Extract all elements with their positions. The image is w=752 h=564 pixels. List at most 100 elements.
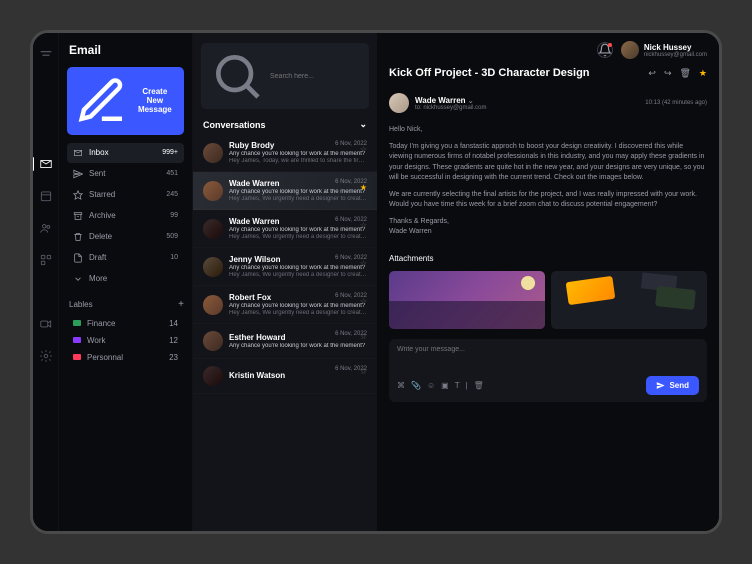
label-name: Work — [87, 336, 106, 345]
chevron-down-icon[interactable]: ⌄ — [359, 119, 367, 130]
search-icon — [209, 48, 265, 104]
conversation-list: 6 Nov, 2022Ruby BrodyAny chance you're l… — [193, 134, 377, 531]
label-count: 23 — [169, 353, 178, 362]
new-message-button[interactable]: Create New Message — [67, 67, 184, 135]
conversation-star-icon[interactable]: ☆ — [360, 259, 367, 268]
conversation-preview: Hey James, Today, we are thrilled to sha… — [229, 158, 367, 164]
conversations-panel: Conversations ⌄ 6 Nov, 2022Ruby BrodyAny… — [193, 33, 377, 531]
sidebar: Email Create New Message Inbox 999+ Sent45… — [59, 33, 193, 531]
menu-icon[interactable] — [39, 47, 53, 61]
compose-delete-icon[interactable]: 🗑 — [474, 381, 484, 390]
conversation-question: Any chance you're looking for work at th… — [229, 343, 367, 349]
folder-label: Sent — [89, 169, 105, 178]
folder-count: 10 — [170, 254, 178, 261]
conversation-item[interactable]: 6 Nov, 2022Jenny WilsonAny chance you're… — [193, 248, 377, 286]
user-avatar — [621, 41, 639, 59]
conversation-star-icon[interactable]: ☆ — [360, 145, 367, 154]
compose-input[interactable] — [397, 346, 699, 372]
conversation-preview: Hey James, We urgently need a designer t… — [229, 234, 367, 240]
conversation-star-icon[interactable]: ☆ — [360, 297, 367, 306]
label-work[interactable]: Work12 — [67, 332, 184, 349]
conversation-item[interactable]: 6 Nov, 2022Wade WarrenAny chance you're … — [193, 172, 377, 210]
compose-toolbar: ⌘ 📎 ☺ ▣ T | 🗑 Send — [397, 376, 699, 395]
conversation-question: Any chance you're looking for work at th… — [229, 151, 367, 157]
search-input[interactable] — [270, 73, 361, 80]
conversation-preview: Hey James, We urgently need a designer t… — [229, 196, 367, 202]
conversation-star-icon[interactable]: ☆ — [360, 221, 367, 230]
rail-mail-icon[interactable] — [39, 157, 53, 171]
sent-icon — [73, 169, 83, 179]
label-name: Personnal — [87, 353, 123, 362]
labels-header: Lables + — [69, 299, 184, 310]
label-color — [73, 320, 81, 326]
folder-draft[interactable]: Draft10 — [67, 248, 184, 268]
label-count: 14 — [169, 319, 178, 328]
search-bar[interactable] — [201, 43, 369, 109]
emoji-icon[interactable]: ☺ — [427, 381, 435, 390]
user-menu[interactable]: Nick Hussey nickhussey@gmail.com — [621, 41, 707, 59]
sender-avatar — [389, 93, 409, 113]
separator: | — [466, 381, 468, 390]
folder-archive[interactable]: Archive 99 — [67, 206, 184, 226]
rail-calendar-icon[interactable] — [39, 189, 53, 203]
conversation-item[interactable]: 6 Nov, 2022Wade WarrenAny chance you're … — [193, 210, 377, 248]
mail-paragraph: Today I'm giving you a fanstastic approc… — [389, 142, 707, 184]
mail-time: 10:13 (42 minutes ago) — [645, 100, 707, 106]
trash-icon — [73, 232, 83, 242]
conversation-star-icon[interactable]: ☆ — [360, 367, 367, 376]
attachment-thumbnail[interactable] — [389, 271, 545, 329]
rail-video-icon[interactable] — [39, 317, 53, 331]
label-personnal[interactable]: Personnal 23 — [67, 349, 184, 366]
conversation-item[interactable]: 6 Nov, 2022Robert FoxAny chance you're l… — [193, 286, 377, 324]
labels-list: Finance 14 Work12 Personnal 23 — [67, 315, 184, 366]
user-name: Nick Hussey — [644, 43, 707, 52]
archive-icon — [73, 211, 83, 221]
link-icon[interactable]: ⌘ — [397, 381, 405, 390]
subject-row: Kick Off Project - 3D Character Design ↩… — [377, 67, 719, 87]
rail-settings-icon[interactable] — [39, 349, 53, 363]
folder-label: Inbox — [89, 148, 109, 157]
folder-delete[interactable]: Delete509 — [67, 227, 184, 247]
star-icon[interactable]: ★ — [699, 68, 707, 79]
attachment-thumbnail[interactable] — [551, 271, 707, 329]
user-email: nickhussey@gmail.com — [644, 52, 707, 58]
label-name: Finance — [87, 319, 115, 328]
folder-count: 999+ — [162, 149, 178, 156]
image-icon[interactable]: ▣ — [441, 381, 449, 390]
conversation-avatar — [203, 295, 223, 315]
conversation-preview: Hey James, We urgently need a designer t… — [229, 310, 367, 316]
delete-icon[interactable]: 🗑 — [679, 68, 690, 79]
folder-more[interactable]: More — [67, 269, 184, 289]
draft-icon — [73, 253, 83, 263]
conversation-item[interactable]: 6 Nov, 2022Ruby BrodyAny chance you're l… — [193, 134, 377, 172]
send-label: Send — [669, 381, 689, 390]
folder-count: 99 — [170, 212, 178, 219]
mail-panel: Nick Hussey nickhussey@gmail.com Kick Of… — [377, 33, 719, 531]
add-label-icon[interactable]: + — [178, 299, 184, 310]
conversation-avatar — [203, 181, 223, 201]
reply-icon[interactable]: ↩ — [648, 68, 656, 79]
conversation-star-icon[interactable]: ☆ — [360, 332, 367, 341]
rail-apps-icon[interactable] — [39, 253, 53, 267]
conversation-star-icon[interactable]: ★ — [360, 183, 367, 192]
more-icon — [73, 274, 83, 284]
app-brand: Email — [67, 43, 184, 57]
conversation-avatar — [203, 331, 223, 351]
forward-icon[interactable]: ↪ — [664, 68, 672, 79]
folder-label: Archive — [89, 211, 116, 220]
notification-icon[interactable] — [597, 42, 613, 58]
text-icon[interactable]: T — [455, 381, 460, 390]
rail-contacts-icon[interactable] — [39, 221, 53, 235]
label-finance[interactable]: Finance 14 — [67, 315, 184, 332]
folder-sent[interactable]: Sent451 — [67, 164, 184, 184]
send-button[interactable]: Send — [646, 376, 699, 395]
conversation-item[interactable]: 6 Nov, 2022Kristin Watson☆ — [193, 359, 377, 394]
folder-label: More — [89, 274, 107, 283]
conversation-question: Any chance you're looking for work at th… — [229, 227, 367, 233]
attach-icon[interactable]: 📎 — [411, 381, 421, 390]
app-rail — [33, 33, 59, 531]
folder-inbox[interactable]: Inbox 999+ — [67, 143, 184, 163]
conversation-item[interactable]: 6 Nov, 2022Esther HowardAny chance you'r… — [193, 324, 377, 359]
folder-starred[interactable]: Starred245 — [67, 185, 184, 205]
label-color — [73, 337, 81, 343]
